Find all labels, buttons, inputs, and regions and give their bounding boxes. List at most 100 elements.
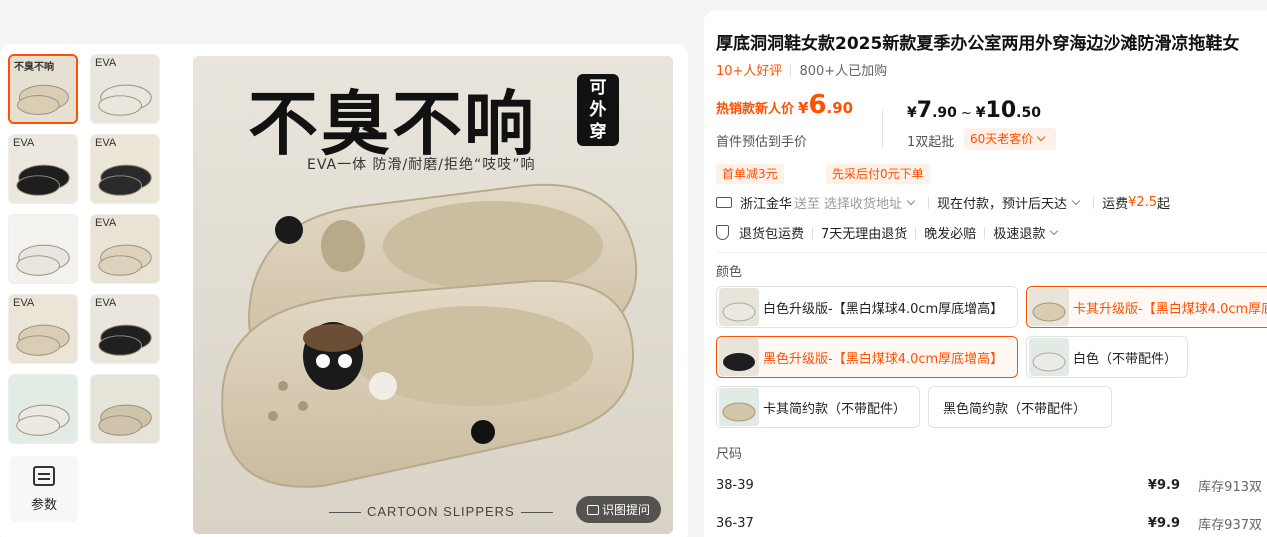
thumbnail-label: EVA	[95, 137, 117, 149]
product-title: 厚底洞洞鞋女款2025新款夏季办公室两用外穿海边沙滩防滑凉拖鞋女	[716, 34, 1240, 54]
return-tag-text: 60天老客价	[970, 132, 1034, 146]
coupon-first-order[interactable]: 首单减3元	[716, 164, 784, 184]
new-price-dec: .90	[826, 99, 854, 117]
color-option-khaki-simple[interactable]: 卡其简约款（不带配件）	[716, 386, 920, 428]
shipping-row: 浙江金华 送至 选择收货地址 现在付款，预计后天达 运费 ¥2.5 起	[716, 193, 1170, 212]
color-swatch	[1029, 338, 1069, 376]
thumbnail-image	[9, 215, 77, 283]
thumbnail-label: EVA	[95, 57, 117, 69]
thumbnail-label: EVA	[13, 297, 35, 309]
thumbnail-image	[9, 375, 77, 443]
ship-origin: 浙江金华	[740, 197, 793, 212]
hero-footer-text: CARTOON SLIPPERS	[367, 504, 515, 519]
thumbnail[interactable]: 不臭不响	[8, 54, 78, 124]
shield-icon	[716, 225, 729, 240]
currency-symbol: ¥	[975, 105, 986, 121]
thumbnail-image	[91, 375, 159, 443]
thumbnail-label: 不臭不响	[14, 62, 54, 73]
ship-to-label: 送至	[794, 197, 821, 212]
range-tilde: ~	[960, 106, 972, 121]
service-item: 晚发必赔	[924, 227, 977, 242]
thumbnail-label: EVA	[13, 137, 35, 149]
service-item: 极速退款	[993, 227, 1046, 242]
color-option-black-simple[interactable]: 黑色简约款（不带配件）	[928, 386, 1112, 428]
range-low-int: 7	[916, 98, 933, 123]
truck-icon	[716, 197, 732, 208]
range-low-dec: .90	[932, 105, 957, 121]
good-reviews-link[interactable]: 10+人好评	[716, 64, 782, 79]
service-item: 退货包运费	[739, 227, 805, 242]
color-option-label: 卡其简约款（不带配件）	[763, 401, 907, 417]
size-price: ¥9.9	[1147, 477, 1180, 493]
color-option-white-plain[interactable]: 白色（不带配件）	[1026, 336, 1188, 378]
range-high-int: 10	[985, 98, 1017, 123]
freight-value: ¥2.5	[1128, 195, 1158, 210]
delivery-estimate[interactable]: 现在付款，预计后天达	[937, 193, 1067, 212]
thumbnail[interactable]: EVA	[90, 54, 160, 124]
currency-symbol: ¥	[907, 105, 917, 121]
size-value: 36-37	[716, 515, 754, 531]
hero-subline: EVA一体 防滑/耐磨/拒绝“吱吱”响	[307, 157, 536, 173]
range-high-dec: .50	[1016, 105, 1041, 121]
coupon-pay-later[interactable]: 先采后付0元下单	[826, 164, 930, 184]
sliders-icon	[33, 465, 55, 486]
currency-symbol: ¥	[798, 99, 809, 117]
thumbnail[interactable]: EVA	[90, 214, 160, 284]
image-search-label: 识图提问	[601, 503, 650, 517]
price-divider	[882, 110, 883, 148]
chevron-down-icon	[1050, 226, 1059, 236]
product-meta: 10+人好评 800+人已加购	[716, 60, 887, 79]
hero-badge-text: 可外穿	[589, 78, 607, 142]
product-page: 不臭不响 EVA EVA EVA EVA EVA EVA 参数 不臭不响 可外穿…	[0, 0, 1267, 537]
color-swatch	[719, 388, 759, 426]
hero-badge: 可外穿	[577, 74, 619, 146]
size-price: ¥9.9	[1147, 515, 1180, 531]
new-user-price: 热销款新人价 ¥6.90	[716, 90, 853, 120]
color-option-black-upgrade[interactable]: 黑色升级版-【黑白煤球4.0cm厚底增高】	[716, 336, 1018, 378]
color-option-label: 白色（不带配件）	[1073, 351, 1178, 367]
size-row[interactable]: 38-39 ¥9.9 库存913双	[716, 468, 1267, 502]
image-search-button[interactable]: 识图提问	[576, 496, 661, 523]
price-range: ¥7.90 ~ ¥10.50	[907, 98, 1041, 123]
color-option-label: 卡其升级版-【黑白煤球4.0cm厚底增高】	[1073, 301, 1267, 317]
info-panel: 厚底洞洞鞋女款2025新款夏季办公室两用外穿海边沙滩防滑凉拖鞋女 10+人好评 8…	[704, 10, 1267, 537]
color-option-label: 黑色升级版-【黑白煤球4.0cm厚底增高】	[763, 351, 1004, 367]
color-option-khaki-upgrade[interactable]: 卡其升级版-【黑白煤球4.0cm厚底增高】	[1026, 286, 1267, 328]
divider	[984, 226, 986, 239]
color-swatch	[719, 288, 759, 326]
new-price-int: 6	[808, 90, 827, 120]
added-to-cart-count: 800+人已加购	[799, 64, 888, 79]
camera-icon	[586, 504, 599, 515]
chevron-down-icon	[1071, 196, 1081, 206]
color-option-white-upgrade[interactable]: 白色升级版-【黑白煤球4.0cm厚底增高】	[716, 286, 1018, 328]
thumbnail[interactable]: EVA	[90, 294, 160, 364]
thumbnail[interactable]	[8, 374, 78, 444]
thumbnail[interactable]	[8, 214, 78, 284]
params-button[interactable]: 参数	[10, 456, 78, 522]
choose-address-link[interactable]: 选择收货地址	[824, 193, 902, 212]
thumbnail[interactable]	[90, 374, 160, 444]
size-row[interactable]: 36-37 ¥9.9 库存937双	[716, 506, 1267, 537]
chevron-down-icon	[906, 196, 916, 206]
return-customer-price-tag[interactable]: 60天老客价	[964, 128, 1057, 150]
color-section-label: 颜色	[716, 265, 743, 280]
service-item: 7天无理由退货	[821, 227, 908, 242]
price-note: 首件预估到手价	[716, 135, 808, 150]
divider	[928, 196, 930, 209]
color-swatch	[1029, 288, 1069, 326]
main-product-image[interactable]: 不臭不响 可外穿 EVA一体 防滑/耐磨/拒绝“吱吱”响 CARTOON SLI…	[193, 56, 673, 534]
color-swatch	[719, 338, 759, 376]
freight-suffix: 起	[1157, 197, 1171, 212]
thumbnail[interactable]: EVA	[8, 134, 78, 204]
service-row[interactable]: 退货包运费 7天无理由退货 晚发必赔 极速退款	[716, 223, 1063, 242]
size-stock: 库存937双	[1198, 517, 1262, 533]
size-stock: 库存913双	[1198, 479, 1262, 495]
thumbnail[interactable]: EVA	[90, 134, 160, 204]
color-option-label: 黑色简约款（不带配件）	[943, 401, 1087, 417]
divider	[812, 226, 814, 239]
freight-label: 运费	[1102, 197, 1129, 212]
thumbnail[interactable]: EVA	[8, 294, 78, 364]
params-label: 参数	[30, 497, 57, 513]
new-user-price-label: 热销款新人价	[716, 102, 795, 117]
chevron-down-icon	[1037, 132, 1046, 142]
